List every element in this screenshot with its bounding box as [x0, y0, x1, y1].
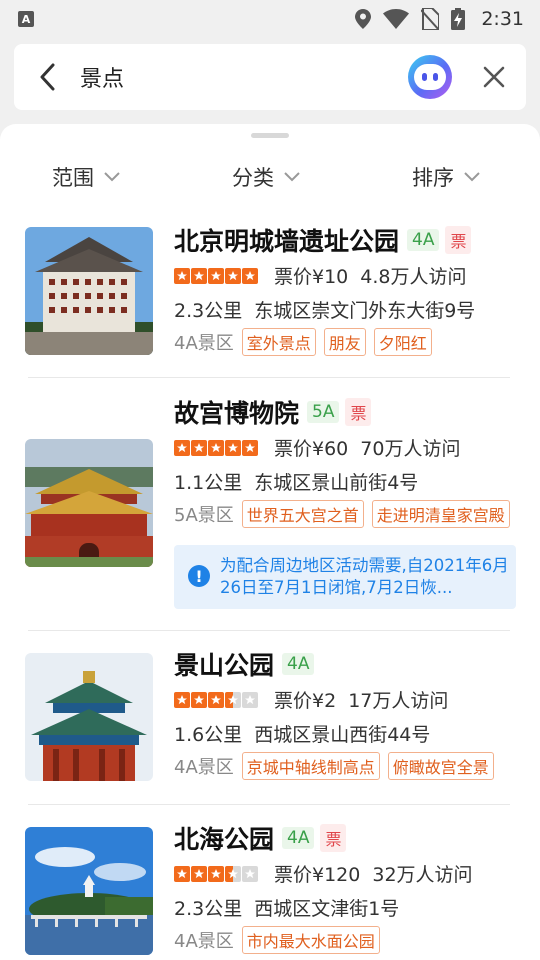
- results-panel: 范围 分类 排序 北京明城墙遗址公园 4A 票 票价¥10 4.8万人访问 2.…: [0, 124, 540, 960]
- divider: [28, 377, 510, 378]
- star-icon: [242, 267, 258, 284]
- close-icon[interactable]: [482, 65, 506, 89]
- scenic-photo: [25, 653, 153, 781]
- distance: 2.3公里: [174, 898, 243, 920]
- filter-range-label: 范围: [52, 166, 94, 190]
- feature-tag: 夕阳红: [373, 328, 432, 356]
- star-icon: [191, 267, 207, 284]
- address: 西城区景山西街44号: [254, 724, 431, 746]
- distance: 2.3公里: [174, 300, 243, 322]
- ticket-badge: 票: [345, 398, 372, 426]
- star-icon: [208, 865, 224, 882]
- visit-count: 70万人访问: [360, 438, 461, 460]
- filter-sort-label: 排序: [412, 166, 454, 190]
- level-badge: 4A: [282, 827, 315, 849]
- star-icon: [174, 439, 190, 456]
- search-bar: 景点: [14, 44, 526, 110]
- drag-handle[interactable]: [251, 133, 289, 138]
- star-icon: [225, 267, 241, 284]
- level-badge: 5A: [307, 401, 340, 423]
- star-icon: [174, 865, 190, 882]
- filter-category[interactable]: 分类: [232, 162, 300, 192]
- status-time: 2:31: [481, 8, 524, 30]
- status-bar: A 2:31: [0, 0, 540, 38]
- feature-tag: 走进明清皇家宫殿: [371, 500, 510, 528]
- feature-tag: 京城中轴线制高点: [241, 752, 380, 780]
- info-icon: !: [188, 565, 210, 587]
- distance: 1.6公里: [174, 724, 243, 746]
- rating-stars: [174, 267, 258, 284]
- divider: [28, 804, 510, 805]
- chevron-down-icon: [104, 172, 120, 182]
- no-sim-icon: [421, 8, 440, 30]
- ticket-price: 票价¥120: [274, 864, 361, 886]
- visit-count: 17万人访问: [348, 690, 449, 712]
- level-badge: 4A: [407, 229, 440, 251]
- feature-tag: 朋友: [323, 328, 366, 356]
- scenic-photo: [25, 827, 153, 955]
- grade-label: 4A景区: [174, 931, 234, 952]
- star-icon: [174, 691, 190, 708]
- star-icon: [225, 439, 241, 456]
- closure-notice[interactable]: ! 为配合周边地区活动需要,自2021年6月26日至7月1日闭馆,7月2日恢..…: [174, 545, 516, 609]
- search-query[interactable]: 景点: [80, 61, 408, 93]
- filter-range[interactable]: 范围: [52, 162, 120, 192]
- notice-text: 为配合周边地区活动需要,自2021年6月26日至7月1日闭馆,7月2日恢...: [220, 556, 509, 597]
- star-icon: [242, 691, 258, 708]
- star-icon: [208, 691, 224, 708]
- star-icon: [191, 439, 207, 456]
- grade-label: 4A景区: [174, 757, 234, 778]
- chevron-down-icon: [464, 172, 480, 182]
- grade-label: 5A景区: [174, 505, 234, 526]
- star-icon: [191, 691, 207, 708]
- wifi-icon: [383, 9, 410, 29]
- star-icon: [225, 691, 241, 708]
- status-icons: 2:31: [355, 8, 524, 30]
- visit-count: 4.8万人访问: [360, 266, 467, 288]
- star-icon: [174, 267, 190, 284]
- address: 东城区崇文门外东大街9号: [254, 300, 476, 322]
- address: 西城区文津街1号: [254, 898, 400, 920]
- notification-app-icon: A: [18, 11, 34, 27]
- distance: 1.1公里: [174, 472, 243, 494]
- divider: [28, 630, 510, 631]
- chevron-down-icon: [284, 172, 300, 182]
- feature-tag: 室外景点: [241, 328, 316, 356]
- filter-sort[interactable]: 排序: [412, 162, 480, 192]
- ticket-price: 票价¥10: [274, 266, 349, 288]
- filter-bar: 范围 分类 排序: [0, 162, 540, 202]
- filter-category-label: 分类: [232, 166, 274, 190]
- assistant-robot-icon[interactable]: [408, 55, 452, 99]
- item-name[interactable]: 北海公园: [174, 820, 274, 856]
- star-icon: [242, 865, 258, 882]
- item-name[interactable]: 故宫博物院: [174, 394, 299, 430]
- level-badge: 4A: [282, 653, 315, 675]
- back-arrow-icon: [40, 63, 55, 91]
- star-icon: [191, 865, 207, 882]
- ticket-badge: 票: [320, 824, 347, 852]
- rating-stars: [174, 865, 258, 882]
- item-name[interactable]: 景山公园: [174, 646, 274, 682]
- ticket-price: 票价¥60: [274, 438, 349, 460]
- rating-stars: [174, 691, 258, 708]
- address: 东城区景山前街4号: [254, 472, 419, 494]
- ticket-badge: 票: [445, 226, 472, 254]
- star-icon: [242, 439, 258, 456]
- item-name[interactable]: 北京明城墙遗址公园: [174, 222, 399, 258]
- visit-count: 32万人访问: [372, 864, 473, 886]
- star-icon: [225, 865, 241, 882]
- grade-label: 4A景区: [174, 333, 234, 354]
- star-icon: [208, 267, 224, 284]
- scenic-photo: [25, 439, 153, 567]
- feature-tag: 市内最大水面公园: [241, 926, 380, 954]
- star-icon: [208, 439, 224, 456]
- location-icon: [355, 9, 372, 29]
- feature-tag: 世界五大宫之首: [241, 500, 364, 528]
- scenic-photo: [25, 227, 153, 355]
- feature-tag: 俯瞰故宫全景: [387, 752, 494, 780]
- ticket-price: 票价¥2: [274, 690, 337, 712]
- back-button[interactable]: [34, 57, 60, 97]
- battery-icon: [451, 8, 466, 30]
- rating-stars: [174, 439, 258, 456]
